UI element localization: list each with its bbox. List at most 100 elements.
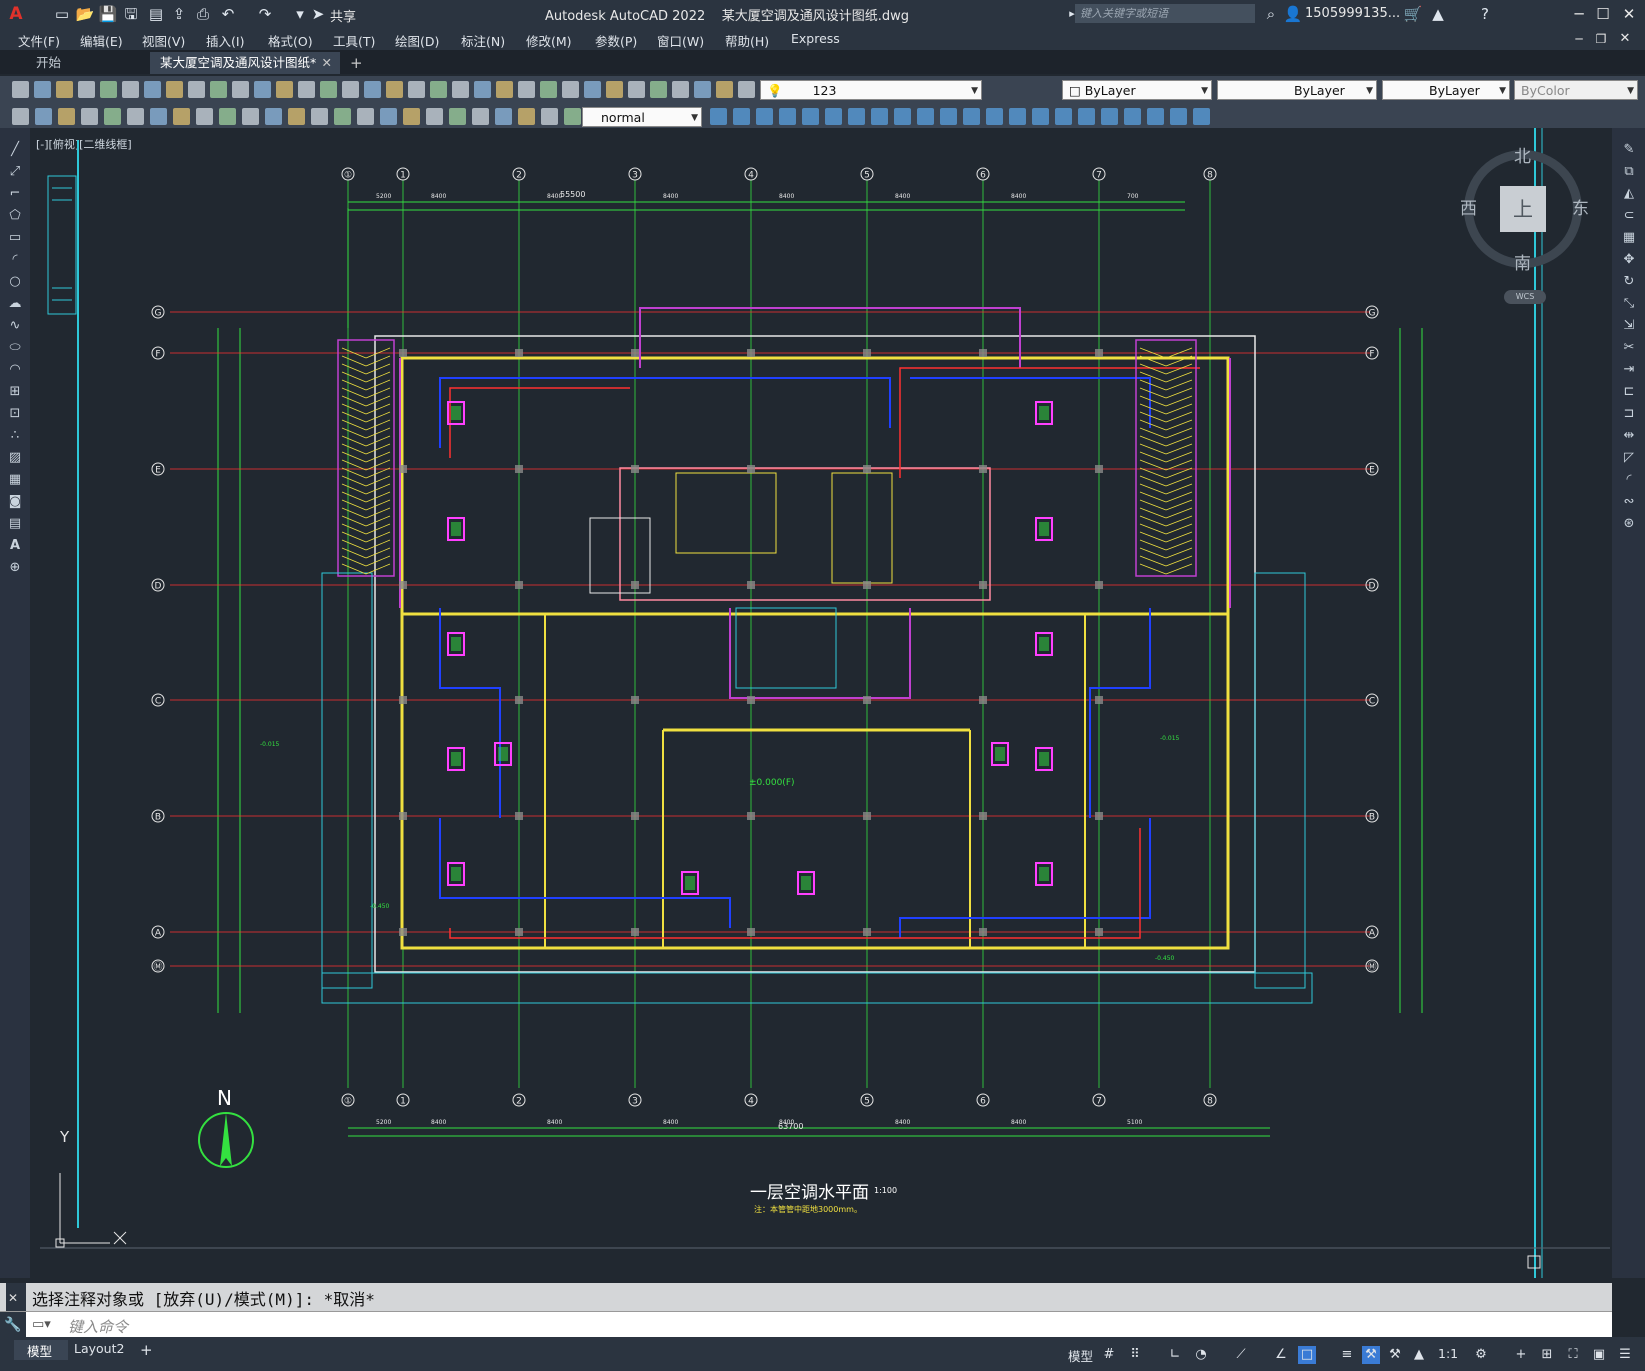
toolbar-tool-icon[interactable] bbox=[403, 108, 420, 125]
toolbar-tool-icon[interactable] bbox=[12, 81, 29, 98]
customize-status-icon[interactable]: ☰ bbox=[1616, 1346, 1634, 1364]
doc-close-button[interactable]: ✕ bbox=[1614, 28, 1636, 50]
annotation-monitor-icon[interactable]: + bbox=[1512, 1346, 1530, 1364]
toolbar-tool-icon[interactable] bbox=[738, 81, 755, 98]
toolbar-tool-icon[interactable] bbox=[380, 108, 397, 125]
toolbar-tool-icon[interactable] bbox=[34, 81, 51, 98]
toolbar-tool-icon[interactable] bbox=[802, 108, 819, 125]
tab-start[interactable]: 开始 bbox=[26, 52, 146, 74]
toolbar-tool-icon[interactable] bbox=[518, 81, 535, 98]
toolbar-tool-icon[interactable] bbox=[1193, 108, 1210, 125]
toolbar-tool-icon[interactable] bbox=[606, 81, 623, 98]
ortho-mode-icon[interactable]: ∟ bbox=[1166, 1346, 1184, 1364]
toolbar-tool-icon[interactable] bbox=[430, 81, 447, 98]
plotstyle-combo[interactable]: ByColor ▼ bbox=[1514, 80, 1638, 100]
menu-file[interactable]: 文件(F) bbox=[18, 31, 60, 50]
toolbar-tool-icon[interactable] bbox=[81, 108, 98, 125]
make-block-icon[interactable]: ⊡ bbox=[7, 406, 23, 422]
grid-display-icon[interactable]: # bbox=[1100, 1346, 1118, 1364]
menu-draw[interactable]: 绘图(D) bbox=[395, 31, 439, 50]
isodraft-icon[interactable]: ⟋ bbox=[1232, 1346, 1250, 1364]
menu-format[interactable]: 格式(O) bbox=[268, 31, 313, 50]
toolbar-tool-icon[interactable] bbox=[242, 108, 259, 125]
break-icon[interactable]: ⊐ bbox=[1621, 406, 1637, 422]
help-icon[interactable]: ? bbox=[1475, 4, 1495, 24]
export-icon[interactable]: ⇪ bbox=[169, 4, 189, 24]
tab-layout2[interactable]: Layout2 bbox=[74, 1341, 124, 1356]
toolbar-tool-icon[interactable] bbox=[1101, 108, 1118, 125]
menu-window[interactable]: 窗口(W) bbox=[657, 31, 704, 50]
toolbar-tool-icon[interactable] bbox=[541, 108, 558, 125]
color-combo[interactable]: □ ByLayer ▼ bbox=[1062, 80, 1212, 100]
toolbar-tool-icon[interactable] bbox=[1078, 108, 1095, 125]
revision-cloud-icon[interactable]: ☁ bbox=[7, 296, 23, 312]
viewcube-north[interactable]: 北 bbox=[1514, 142, 1531, 167]
toolbar-tool-icon[interactable] bbox=[357, 108, 374, 125]
toolbar-tool-icon[interactable] bbox=[100, 81, 117, 98]
chamfer-icon[interactable]: ◸ bbox=[1621, 450, 1637, 466]
toolbar-tool-icon[interactable] bbox=[1170, 108, 1187, 125]
toolbar-tool-icon[interactable] bbox=[144, 81, 161, 98]
polar-tracking-icon[interactable]: ◔ bbox=[1192, 1346, 1210, 1364]
point-icon[interactable]: ∴ bbox=[7, 428, 23, 444]
toolbar-tool-icon[interactable] bbox=[518, 108, 535, 125]
toolbar-tool-icon[interactable] bbox=[173, 108, 190, 125]
spline-icon[interactable]: ∿ bbox=[7, 318, 23, 334]
ellipse-icon[interactable]: ⬭ bbox=[7, 340, 23, 356]
object-snap-icon[interactable]: □ bbox=[1298, 1346, 1316, 1364]
arc-icon[interactable]: ◜ bbox=[7, 252, 23, 268]
add-layout-icon[interactable]: + bbox=[140, 1341, 153, 1359]
toolbar-tool-icon[interactable] bbox=[196, 108, 213, 125]
circle-icon[interactable]: ○ bbox=[7, 274, 23, 290]
user-name[interactable]: 1505999135... bbox=[1305, 6, 1400, 21]
toolbar-tool-icon[interactable] bbox=[426, 108, 443, 125]
toolbar-tool-icon[interactable] bbox=[986, 108, 1003, 125]
blend-curves-icon[interactable]: ∾ bbox=[1621, 494, 1637, 510]
toolbar-tool-icon[interactable] bbox=[386, 81, 403, 98]
toolbar-tool-icon[interactable] bbox=[825, 108, 842, 125]
construction-line-icon[interactable]: ⤢ bbox=[7, 164, 23, 180]
annotation-scale-value[interactable]: 1:1 bbox=[1438, 1346, 1458, 1361]
publish-icon[interactable]: ▤ bbox=[146, 4, 166, 24]
toolbar-tool-icon[interactable] bbox=[449, 108, 466, 125]
toolbar-tool-icon[interactable] bbox=[1032, 108, 1049, 125]
toolbar-tool-icon[interactable] bbox=[917, 108, 934, 125]
close-command-icon[interactable]: ✕ bbox=[8, 1291, 18, 1305]
quick-properties-icon[interactable]: ⛶ bbox=[1564, 1346, 1582, 1364]
new-tab-button[interactable]: + bbox=[350, 54, 363, 72]
lineweight-display-icon[interactable]: ≡ bbox=[1338, 1346, 1356, 1364]
model-space-button[interactable]: 模型 bbox=[1068, 1346, 1093, 1365]
object-snap-tracking-icon[interactable]: ∠ bbox=[1272, 1346, 1290, 1364]
fillet-icon[interactable]: ◜ bbox=[1621, 472, 1637, 488]
viewcube-east[interactable]: 东 bbox=[1572, 194, 1589, 219]
menu-tools[interactable]: 工具(T) bbox=[333, 31, 375, 50]
explode-icon[interactable]: ⊛ bbox=[1621, 516, 1637, 532]
stretch-icon[interactable]: ⇲ bbox=[1621, 318, 1637, 334]
line-icon[interactable]: ╱ bbox=[7, 142, 23, 158]
copy-icon[interactable]: ⧉ bbox=[1621, 164, 1637, 180]
layer-combo[interactable]: 💡 123 ▼ bbox=[760, 80, 982, 100]
join-icon[interactable]: ⇹ bbox=[1621, 428, 1637, 444]
mirror-icon[interactable]: ◭ bbox=[1621, 186, 1637, 202]
toolbar-tool-icon[interactable] bbox=[188, 81, 205, 98]
redo-icon[interactable]: ↷ bbox=[255, 4, 275, 24]
menu-modify[interactable]: 修改(M) bbox=[526, 31, 572, 50]
offset-icon[interactable]: ⊂ bbox=[1621, 208, 1637, 224]
save-as-icon[interactable]: 🖫 bbox=[121, 4, 141, 24]
doc-minimize-button[interactable]: ─ bbox=[1568, 28, 1590, 50]
toolbar-tool-icon[interactable] bbox=[564, 108, 581, 125]
toolbar-tool-icon[interactable] bbox=[495, 108, 512, 125]
toolbar-tool-icon[interactable] bbox=[166, 81, 183, 98]
share-icon[interactable]: ➤ bbox=[308, 4, 328, 24]
erase-icon[interactable]: ✎ bbox=[1621, 142, 1637, 158]
menu-help[interactable]: 帮助(H) bbox=[725, 31, 769, 50]
toolbar-tool-icon[interactable] bbox=[408, 81, 425, 98]
toolbar-tool-icon[interactable] bbox=[104, 108, 121, 125]
text-style-combo[interactable]: normal ▼ bbox=[582, 107, 702, 127]
toolbar-tool-icon[interactable] bbox=[210, 81, 227, 98]
toolbar-tool-icon[interactable] bbox=[334, 108, 351, 125]
annotation-visibility-icon[interactable]: ⚒ bbox=[1362, 1346, 1380, 1364]
menu-edit[interactable]: 编辑(E) bbox=[80, 31, 123, 50]
toolbar-tool-icon[interactable] bbox=[265, 108, 282, 125]
viewcube-west[interactable]: 西 bbox=[1460, 194, 1477, 219]
